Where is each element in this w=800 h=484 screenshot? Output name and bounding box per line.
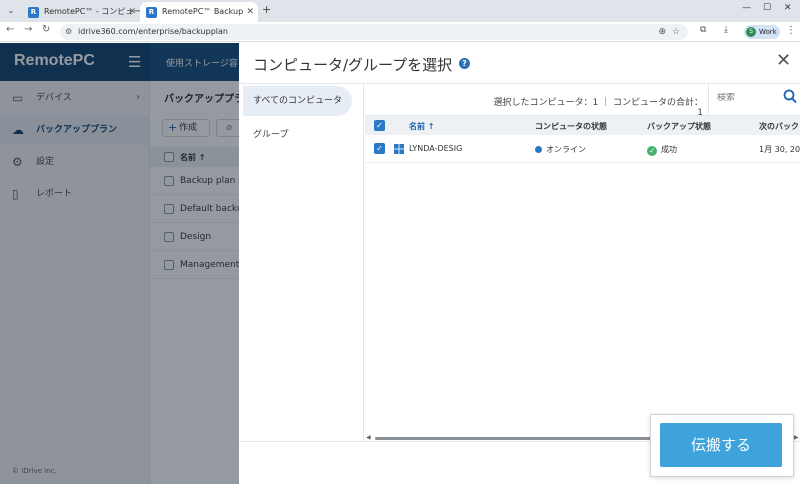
- backup-status: ✓ 成功: [647, 144, 677, 156]
- browser-tab-bar: ⌄ R RemotePC™ - コンピューター ✕ R RemotePC™ Ba…: [0, 0, 800, 22]
- next-backup: 1月 30, 202: [759, 145, 800, 154]
- windows-icon: [394, 144, 404, 154]
- address-bar-row: ← → ↻ ⚙ idrive360.com/enterprise/backupp…: [0, 22, 800, 42]
- modal-nav: すべてのコンピュータ グループ: [239, 84, 364, 441]
- browser-menu-icon[interactable]: ⋮: [786, 25, 796, 36]
- online-status-icon: [535, 146, 542, 153]
- scroll-right-icon[interactable]: ▶: [794, 434, 799, 441]
- help-icon[interactable]: ?: [459, 58, 470, 69]
- computer-status-column-header[interactable]: コンピュータの状態: [535, 121, 607, 132]
- close-tab-icon[interactable]: ✕: [246, 2, 254, 22]
- tab-search-chevron-icon[interactable]: ⌄: [4, 4, 18, 18]
- url-text: idrive360.com/enterprise/backupplan: [78, 27, 228, 36]
- minimize-icon[interactable]: —: [742, 3, 751, 13]
- backup-status-column-header[interactable]: バックアップ状態: [647, 121, 711, 132]
- tab-label: グループ: [253, 130, 289, 140]
- search-box: [708, 84, 800, 115]
- name-column-header[interactable]: 名前 ↑: [409, 121, 435, 132]
- profile-button[interactable]: S Work: [744, 25, 780, 39]
- bookmark-star-icon[interactable]: ☆: [672, 24, 680, 40]
- computer-name: LYNDA-DESIG: [409, 144, 463, 153]
- maximize-icon[interactable]: ☐: [763, 3, 771, 13]
- propagate-button[interactable]: 伝搬する: [660, 423, 782, 467]
- site-info-icon[interactable]: ⚙: [65, 24, 72, 40]
- transfer-button-frame: 伝搬する: [650, 414, 794, 477]
- avatar: S: [746, 27, 756, 37]
- check-circle-icon: ✓: [647, 146, 657, 156]
- tab-label: すべてのコンピュータ: [253, 96, 343, 106]
- tab-groups[interactable]: グループ: [243, 120, 352, 150]
- extensions-icon[interactable]: ⧉: [700, 25, 706, 35]
- search-input[interactable]: [717, 93, 777, 103]
- close-tab-icon[interactable]: ✕: [128, 2, 136, 22]
- url-field[interactable]: ⚙ idrive360.com/enterprise/backupplan ⊕ …: [60, 24, 688, 40]
- profile-label: Work: [759, 28, 777, 36]
- search-icon[interactable]: [783, 89, 797, 105]
- row-checkbox[interactable]: ✓: [374, 143, 385, 154]
- modal-title: コンピュータ/グループを選択: [253, 56, 453, 74]
- browser-tab-computers[interactable]: R RemotePC™ - コンピューター ✕: [22, 2, 157, 22]
- tab-all-computers[interactable]: すべてのコンピュータ: [243, 86, 352, 116]
- close-icon[interactable]: ✕: [776, 50, 791, 72]
- select-all-checkbox[interactable]: ✓: [374, 120, 385, 131]
- table-row[interactable]: ✓ LYNDA-DESIG オンライン ✓成功 1月 30, 202: [365, 135, 800, 163]
- scrollbar-thumb[interactable]: [375, 437, 655, 440]
- browser-tab-backup[interactable]: R RemotePC™ Backup ✕: [140, 2, 258, 22]
- computer-list-panel: 選択したコンピュータ：1 ｜ コンピュータの合計：1 ✓ 名前 ↑ コンピュータ…: [365, 84, 800, 441]
- window-close-icon[interactable]: ✕: [784, 3, 792, 13]
- back-arrow-icon[interactable]: ←: [6, 24, 14, 35]
- download-icon[interactable]: ⤓: [724, 25, 728, 35]
- reload-icon[interactable]: ↻: [42, 24, 50, 35]
- computer-table-header: ✓ 名前 ↑ コンピュータの状態 バックアップ状態 次のバック: [365, 115, 800, 135]
- computer-status: オンライン: [535, 144, 586, 155]
- next-backup-column-header[interactable]: 次のバック: [759, 121, 799, 132]
- zoom-icon[interactable]: ⊕: [658, 24, 666, 40]
- remotepc-favicon-icon: R: [28, 7, 39, 18]
- new-tab-icon[interactable]: +: [262, 3, 271, 16]
- scroll-left-icon[interactable]: ◀: [366, 434, 371, 441]
- remotepc-favicon-icon: R: [146, 7, 157, 18]
- tab-title: RemotePC™ Backup: [162, 7, 244, 16]
- forward-arrow-icon[interactable]: →: [24, 24, 32, 35]
